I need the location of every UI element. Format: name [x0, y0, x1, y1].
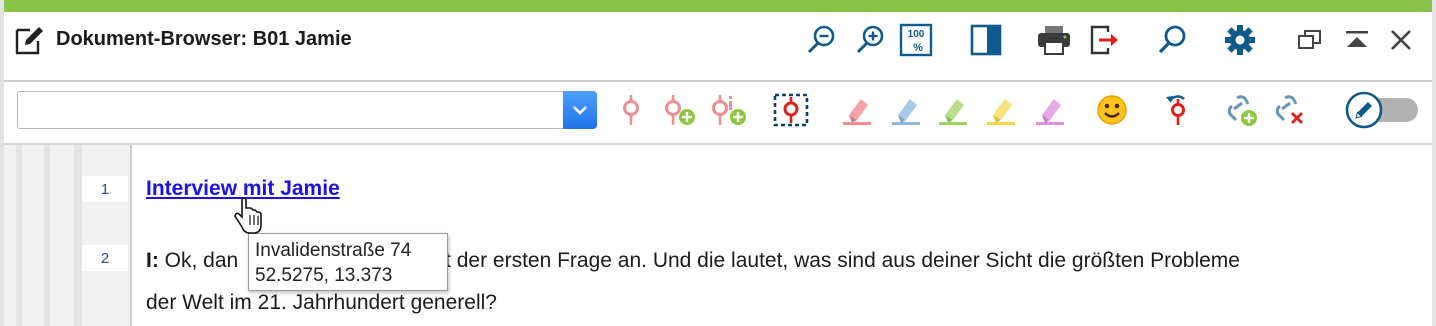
code-add-icon[interactable]	[659, 90, 699, 130]
code-selection-icon[interactable]	[771, 90, 811, 130]
title-bar: Dokument-Browser: B01 Jamie 100 %	[4, 12, 1432, 80]
line-number: 1	[82, 176, 128, 202]
zoom-100-label: 100	[908, 29, 925, 40]
coding-toolbar	[4, 82, 1432, 144]
export-icon[interactable]	[1084, 20, 1124, 60]
print-icon[interactable]	[1034, 20, 1074, 60]
search-icon[interactable]	[1152, 20, 1192, 60]
edit-document-icon	[14, 24, 44, 56]
restore-window-icon[interactable]	[1290, 20, 1330, 60]
settings-gear-icon[interactable]	[1220, 20, 1260, 60]
highlighter-magenta-icon[interactable]	[1031, 90, 1071, 130]
highlighter-blue-icon[interactable]	[887, 90, 927, 130]
paragraph-text-start: Ok, dan	[164, 249, 239, 272]
highlighter-yellow-icon[interactable]	[982, 90, 1022, 130]
link-add-icon[interactable]	[1222, 90, 1262, 130]
recode-icon[interactable]	[1158, 90, 1198, 130]
line-gutter	[4, 145, 131, 326]
speaker-label: I:	[146, 249, 159, 272]
paragraph-text-end: mal mit der ersten Frage an. Und die lau…	[383, 249, 1240, 272]
search-combobox[interactable]	[17, 91, 597, 129]
line-number: 2	[82, 245, 128, 271]
emoticon-icon[interactable]	[1092, 90, 1132, 130]
highlighter-green-icon[interactable]	[934, 90, 974, 130]
search-input[interactable]	[18, 92, 558, 128]
window-accent-bar	[4, 0, 1432, 12]
link-remove-icon[interactable]	[1270, 90, 1310, 130]
hand-pointer-icon	[230, 197, 264, 237]
collapse-up-icon[interactable]	[1337, 20, 1377, 60]
zoom-100-percent: %	[913, 42, 923, 54]
zoom-100-icon[interactable]: 100 %	[896, 20, 936, 60]
tooltip-coordinates: 52.5275, 13.373	[255, 265, 393, 286]
link-tooltip: Invalidenstraße 74 52.5275, 13.373	[248, 233, 448, 291]
close-icon[interactable]	[1381, 20, 1421, 60]
highlighter-red-icon[interactable]	[838, 90, 878, 130]
edit-mode-toggle[interactable]	[1344, 90, 1420, 130]
gutter-border	[130, 145, 132, 326]
code-info-add-icon[interactable]	[709, 90, 749, 130]
paragraph-line: der Welt im 21. Jahrhundert generell?	[146, 291, 497, 314]
tooltip-address: Invalidenstraße 74	[255, 240, 412, 261]
panel-toggle-icon[interactable]	[966, 20, 1006, 60]
document-browser-window: Dokument-Browser: B01 Jamie 100 % 1 Inte…	[4, 0, 1432, 326]
window-title: Dokument-Browser: B01 Jamie	[56, 28, 352, 50]
zoom-out-icon[interactable]	[801, 20, 841, 60]
document-area: 1 Interview mit Jamie 2 I: Ok, dan mal mi…	[4, 145, 1432, 326]
code-icon[interactable]	[611, 90, 651, 130]
zoom-in-icon[interactable]	[850, 20, 890, 60]
chevron-down-icon[interactable]	[563, 91, 597, 129]
